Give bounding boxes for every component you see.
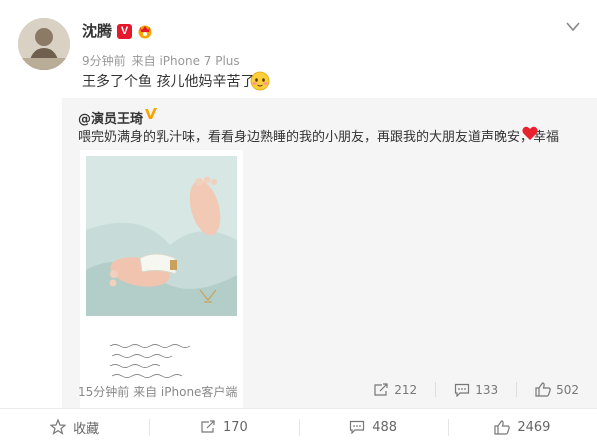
heart-emoji-icon	[522, 126, 538, 140]
action-bar: 收藏 170 488 2469	[0, 408, 597, 445]
repost-icon	[201, 420, 215, 433]
face-emoji-icon	[250, 71, 270, 91]
post-time[interactable]: 9分钟前	[82, 54, 126, 68]
original-comment-button[interactable]: 133	[435, 382, 498, 397]
original-text: 喂完奶满身的乳汁味，看看身边熟睡的我的小朋友，再跟我的大朋友道声晚安，幸福	[78, 130, 560, 145]
post-meta: 9分钟前 来自 iPhone 7 Plus	[82, 52, 246, 69]
reposted-weibo[interactable]: @演员王琦 喂完奶满身的乳汁味，看看身边熟睡的我的小朋友，再跟我的大朋友道声晚安…	[62, 98, 597, 422]
comment-icon	[350, 420, 365, 434]
crown-badge-icon[interactable]	[136, 22, 154, 39]
original-comment-count: 133	[475, 382, 499, 397]
original-meta: 15分钟前 来自 iPhone客户端	[78, 383, 237, 400]
comment-button[interactable]: 488	[298, 409, 448, 445]
star-icon	[50, 419, 67, 435]
repost-count: 170	[222, 419, 248, 435]
original-actions: 212 133 502	[355, 382, 579, 397]
original-repost-button[interactable]: 212	[355, 382, 417, 397]
avatar[interactable]	[18, 18, 70, 70]
like-icon	[535, 382, 551, 397]
original-like-count: 502	[556, 382, 579, 397]
original-author[interactable]: @演员王琦	[78, 108, 143, 127]
post-source: 来自 iPhone 7 Plus	[131, 54, 240, 68]
repost-button[interactable]: 170	[149, 409, 298, 445]
repost-icon	[374, 382, 388, 396]
verified-v-icon	[145, 108, 157, 119]
original-time[interactable]: 15分钟前	[78, 385, 129, 399]
username[interactable]: 沈腾	[82, 20, 112, 41]
favorite-button[interactable]: 收藏	[0, 409, 149, 445]
original-like-button[interactable]: 502	[516, 382, 579, 397]
comment-icon	[455, 383, 470, 397]
verified-v-icon: V	[117, 24, 132, 39]
post-text: 王多了个鱼 孩儿他妈辛苦了	[82, 74, 255, 90]
like-icon	[494, 419, 511, 435]
original-source: 来自 iPhone客户端	[133, 385, 238, 399]
favorite-label: 收藏	[73, 421, 100, 437]
like-button[interactable]: 2469	[447, 409, 597, 445]
original-repost-count: 212	[394, 382, 418, 397]
weibo-post-card: 沈腾 V 9分钟前 来自 iPhone 7 Plus 王多了个鱼 孩儿他妈辛苦了 …	[0, 0, 597, 445]
like-count: 2469	[517, 419, 551, 435]
comment-count: 488	[372, 419, 398, 435]
baby-feet-photo[interactable]	[80, 150, 243, 422]
chevron-down-icon[interactable]	[566, 22, 580, 32]
